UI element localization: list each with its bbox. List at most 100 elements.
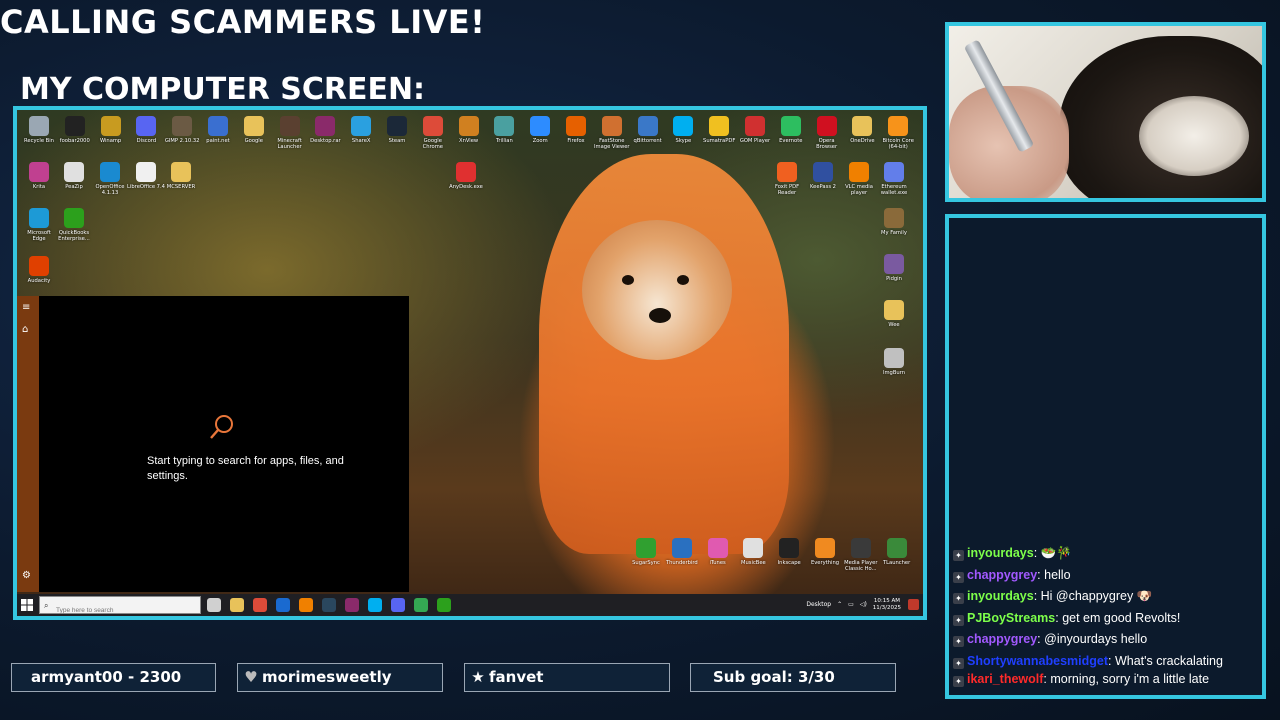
desktop-shortcut[interactable]: KeePass 2 (804, 162, 842, 190)
desktop-shortcut[interactable]: Everything (806, 538, 844, 566)
desktop-shortcut[interactable]: paint.net (199, 116, 237, 144)
desktop-shortcut[interactable]: GIMP 2.10.32 (163, 116, 201, 144)
desktop-shortcut-label: Inkscape (777, 560, 801, 566)
volume-icon[interactable]: ◁) (860, 594, 867, 616)
desktop-shortcut[interactable]: Bitcoin Core (64-bit) (879, 116, 917, 150)
desktop-shortcut-label: qBittorrent (633, 138, 662, 144)
desktop-shortcut[interactable]: ShareX (342, 116, 380, 144)
screen-section-title: MY COMPUTER SCREEN: (20, 72, 426, 107)
taskbar-search-input[interactable] (40, 602, 200, 616)
desktop-shortcut[interactable]: ImgBurn (875, 348, 913, 376)
desktop-shortcut[interactable]: Evernote (772, 116, 810, 144)
home-icon[interactable]: ⌂ (22, 324, 28, 335)
desktop-shortcut[interactable]: My Family (875, 208, 913, 236)
desktop-shortcut[interactable]: Google (235, 116, 273, 144)
desktop-shortcut-label: Everything (810, 560, 840, 566)
network-icon[interactable]: ▭ (848, 594, 854, 616)
chat-username[interactable]: chappygrey (967, 568, 1037, 582)
desktop-shortcut[interactable]: OpenOffice 4.1.13 (91, 162, 129, 196)
desktop-shortcut[interactable]: Minecraft Launcher (271, 116, 309, 150)
hamburger-menu-icon[interactable]: ≡ (22, 302, 30, 313)
desktop-shortcut-label: GOM Player (739, 138, 771, 144)
task-view-icon[interactable] (207, 598, 221, 612)
chat-username[interactable]: ikari_thewolf (967, 672, 1043, 686)
file-explorer-icon[interactable] (230, 598, 244, 612)
desktop-shortcut[interactable]: Ethereum wallet.exe (875, 162, 913, 196)
start-menu-search-panel: ≡ ⌂ ⚙ Start typing to search for apps, f… (17, 296, 409, 592)
desktop-shortcut-label: Minecraft Launcher (277, 138, 302, 150)
winrar-icon[interactable] (345, 598, 359, 612)
desktop-shortcut[interactable]: Foxit PDF Reader (768, 162, 806, 196)
tray-overflow-icon[interactable]: ⌃ (837, 594, 842, 616)
chat-username[interactable]: inyourdays (967, 589, 1034, 603)
sugarsync-icon (636, 538, 656, 558)
desktop-shortcut[interactable]: Media Player Classic Ho... (842, 538, 880, 572)
desktop-shortcut[interactable]: qBittorrent (629, 116, 667, 144)
desktop-shortcut[interactable]: Desktop.rar (306, 116, 344, 144)
desktop-shortcut[interactable]: iTunes (699, 538, 737, 566)
desktop-shortcut[interactable]: Winamp (92, 116, 130, 144)
desktop-shortcut[interactable]: Inkscape (770, 538, 808, 566)
steam-icon[interactable] (322, 598, 336, 612)
desktop-shortcut[interactable]: Microsoft Edge (20, 208, 58, 242)
notification-center-icon[interactable] (908, 599, 919, 610)
desktop-shortcut[interactable]: XnView (450, 116, 488, 144)
musicbee-icon (743, 538, 764, 558)
desktop-shortcut-label: Desktop.rar (310, 138, 341, 144)
chrome-alt-icon[interactable] (414, 598, 428, 612)
desktop-shortcut[interactable]: Zoom (521, 116, 559, 144)
steam-icon (387, 116, 407, 136)
quickbooks-icon[interactable] (437, 598, 451, 612)
chat-username[interactable]: chappygrey (967, 632, 1037, 646)
desktop-shortcut[interactable]: VLC media player (840, 162, 878, 196)
desktop-shortcut[interactable]: Pidgin (875, 254, 913, 282)
desktop-shortcut[interactable]: SugarSync (627, 538, 665, 566)
desktop-shortcut[interactable]: Google Chrome (414, 116, 452, 150)
imgburn-icon (884, 348, 904, 368)
desktop-shortcut[interactable]: AnyDesk.exe (447, 162, 485, 190)
vlc-icon[interactable] (299, 598, 313, 612)
taskbar-clock[interactable]: 10:15 AM 11/3/2025 (873, 598, 901, 612)
chat-message: ✦ chappygrey: @inyourdays hello (953, 629, 1258, 651)
desktop-shortcut[interactable]: Firefox (557, 116, 595, 144)
desktop-shortcut[interactable]: Discord (127, 116, 165, 144)
taskbar-search-box[interactable]: ⌕ (39, 596, 201, 616)
desktop-shortcut[interactable]: MusicBee (734, 538, 772, 566)
sub-goal-box: Sub goal: 3/30 (690, 663, 896, 692)
desktop-shortcut[interactable]: SumatraPDF (700, 116, 738, 144)
desktop-shortcut[interactable]: Opera Browser (808, 116, 846, 150)
chat-badge-icon: ✦ (953, 593, 964, 604)
desktop-shortcut[interactable]: MCSERVER (162, 162, 200, 190)
chat-username[interactable]: inyourdays (967, 546, 1034, 560)
settings-gear-icon[interactable]: ⚙ (22, 570, 31, 581)
desktop-shortcut[interactable]: Wee (875, 300, 913, 328)
desktop-shortcut-label: Trillian (496, 138, 513, 144)
desktop-shortcut[interactable]: GOM Player (736, 116, 774, 144)
desktop-shortcut[interactable]: Audacity (20, 256, 58, 284)
desktop-shortcut[interactable]: FastStone Image Viewer (593, 116, 631, 150)
desktop-shortcut[interactable]: TLauncher (878, 538, 916, 566)
desktop-toolbar-label[interactable]: Desktop (806, 594, 831, 616)
desktop-shortcut-label: MusicBee (741, 560, 766, 566)
skype-icon[interactable] (368, 598, 382, 612)
desktop-shortcut[interactable]: PeaZip (55, 162, 93, 190)
outlook-icon[interactable] (276, 598, 290, 612)
desktop-shortcut[interactable]: foobar2000 (56, 116, 94, 144)
desktop-shortcut[interactable]: Krita (20, 162, 58, 190)
chat-username[interactable]: Shortywannabesmidget (967, 654, 1108, 668)
desktop-shortcut[interactable]: Thunderbird (663, 538, 701, 566)
desktop-shortcut[interactable]: Skype (664, 116, 702, 144)
desktop-shortcut[interactable]: Recycle Bin (20, 116, 58, 144)
desktop-shortcut-label: Microsoft Edge (27, 230, 51, 242)
desktop-shortcut-label: ImgBurn (882, 370, 906, 376)
chat-badge-icon: ✦ (953, 676, 964, 687)
desktop-shortcut[interactable]: LibreOffice 7.4 (127, 162, 165, 190)
chat-username[interactable]: PJBoyStreams (967, 611, 1055, 625)
desktop-shortcut[interactable]: Trillian (485, 116, 523, 144)
discord-icon[interactable] (391, 598, 405, 612)
chrome-icon[interactable] (253, 598, 267, 612)
desktop-shortcut[interactable]: Steam (378, 116, 416, 144)
desktop-shortcut[interactable]: QuickBooks Enterprise... (55, 208, 93, 242)
windows-start-icon[interactable] (21, 599, 33, 611)
desktop-shortcut[interactable]: OneDrive (843, 116, 881, 144)
